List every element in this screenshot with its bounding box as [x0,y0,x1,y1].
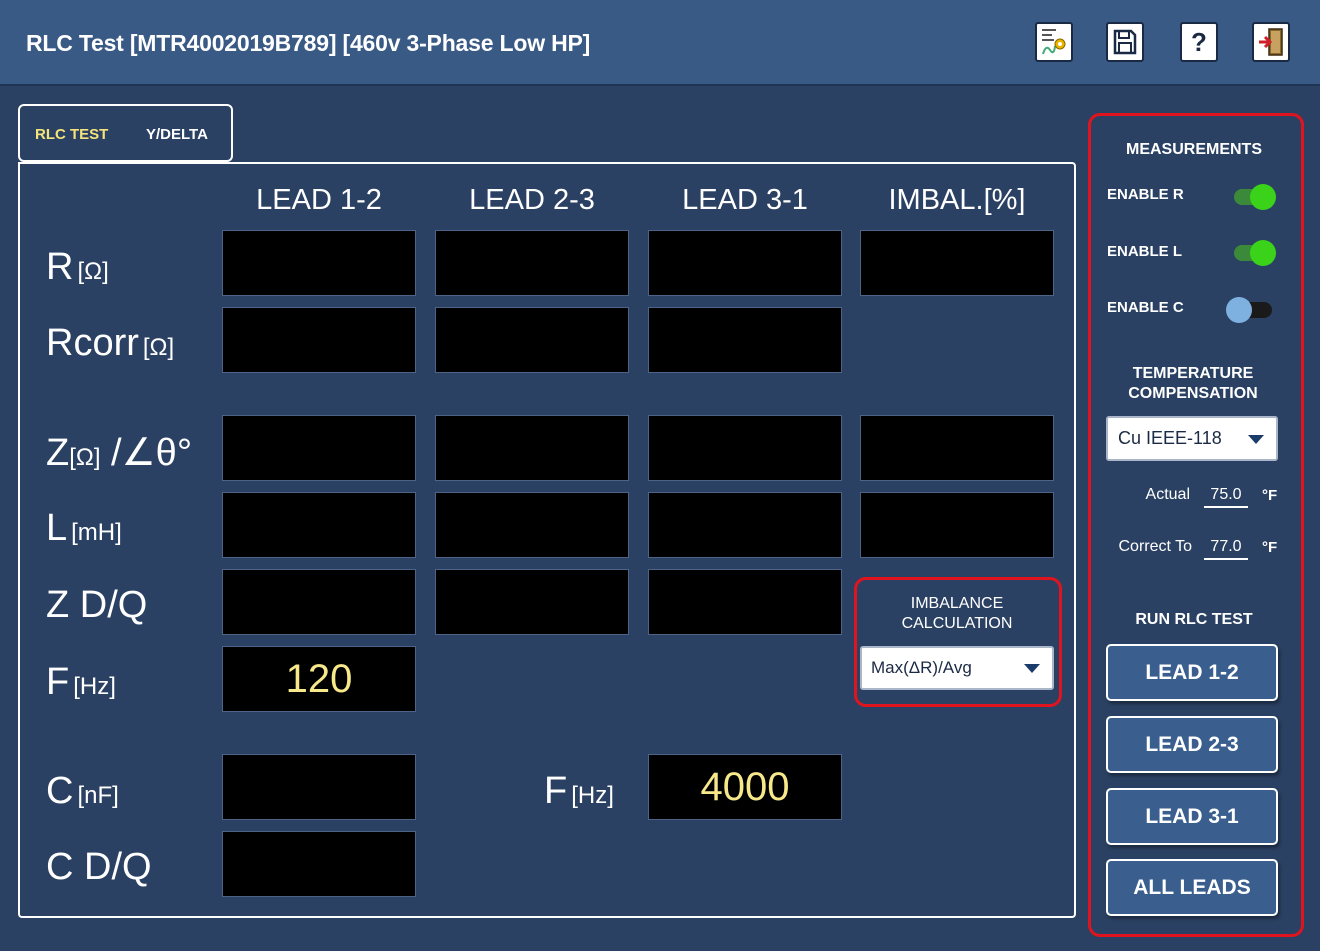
cell-r-imbalance [860,230,1054,296]
run-lead-3-1-button[interactable]: LEAD 3-1 [1106,788,1278,845]
chevron-down-icon [1248,434,1264,444]
temperature-mode-value: Cu IEEE-118 [1118,428,1222,448]
row-label-z: Z[Ω] /∠θ° [46,432,193,474]
cell-r-lead-1-2 [222,230,416,296]
correct-to-unit: °F [1262,539,1278,556]
chevron-down-icon [1024,664,1040,673]
actual-temp-label: Actual [1145,486,1190,503]
exit-icon [1259,28,1283,56]
cell-z-imbalance [860,415,1054,481]
enable-r-toggle[interactable] [1232,182,1276,212]
cell-z-lead-3-1 [648,415,842,481]
settings-button[interactable] [1035,22,1073,62]
column-header-lead-3-1: LEAD 3-1 [682,184,808,216]
cell-r-lead-2-3 [435,230,629,296]
row-label-rcorr: Rcorr [Ω] [46,322,175,364]
c-frequency-value-field[interactable]: 4000 [648,754,842,820]
row-label-c: C [nF] [46,770,119,812]
run-all-leads-button[interactable]: ALL LEADS [1106,859,1278,916]
frequency-value-field[interactable]: 120 [222,646,416,712]
tab-bar: RLC TEST Y/DELTA [18,104,233,162]
cell-rcorr-lead-3-1 [648,307,842,373]
run-rlc-test-title: RUN RLC TEST [1135,611,1253,628]
imbalance-method-value: Max(ΔR)/Avg [871,658,972,677]
window-title: RLC Test [MTR4002019B789] [460v 3-Phase … [26,30,591,56]
actual-temp-unit: °F [1262,487,1278,504]
tab-rlc-test[interactable]: RLC TEST [35,126,108,143]
column-header-lead-1-2: LEAD 1-2 [256,184,382,216]
cell-rcorr-lead-2-3 [435,307,629,373]
enable-r-label: ENABLE R [1107,186,1184,203]
enable-l-toggle[interactable] [1232,238,1276,268]
cell-l-lead-2-3 [435,492,629,558]
tab-y-delta[interactable]: Y/DELTA [146,126,208,143]
row-label-l: L [mH] [46,507,122,549]
cell-z-lead-2-3 [435,415,629,481]
cell-zdq-lead-1-2 [222,569,416,635]
enable-l-label: ENABLE L [1107,243,1182,260]
run-lead-2-3-button[interactable]: LEAD 2-3 [1106,716,1278,773]
cell-c-lead-1-2 [222,754,416,820]
title-bar: RLC Test [MTR4002019B789] [460v 3-Phase … [0,0,1320,86]
actual-temp-field[interactable]: 75.0 [1204,486,1248,508]
cell-rcorr-lead-1-2 [222,307,416,373]
help-button[interactable]: ? [1180,22,1218,62]
cell-cdq-lead-1-2 [222,831,416,897]
row-label-r: R [Ω] [46,246,109,288]
exit-button[interactable] [1252,22,1290,62]
save-button[interactable] [1106,22,1144,62]
measurements-title: MEASUREMENTS [1125,141,1262,158]
row-label-c-dq: C D/Q [46,846,152,888]
temperature-mode-select[interactable]: Cu IEEE-118 [1106,416,1278,461]
cell-l-imbalance [860,492,1054,558]
row-label-f: F [Hz] [46,661,116,703]
settings-icon [1042,29,1066,55]
cell-zdq-lead-3-1 [648,569,842,635]
imbalance-method-select[interactable]: Max(ΔR)/Avg [860,646,1054,690]
save-icon [1113,29,1137,55]
enable-c-toggle[interactable] [1226,295,1276,325]
correct-to-field[interactable]: 77.0 [1204,538,1248,560]
column-header-lead-2-3: LEAD 2-3 [469,184,595,216]
run-lead-1-2-button[interactable]: LEAD 1-2 [1106,644,1278,701]
temperature-compensation-title: TEMPERATURE COMPENSATION [1128,365,1258,402]
cell-l-lead-3-1 [648,492,842,558]
imbalance-calculation-title: IMBALANCE CALCULATION [901,595,1013,632]
column-header-imbalance: IMBAL.[%] [888,184,1026,216]
c-frequency-label: F [Hz] [544,770,614,812]
cell-zdq-lead-2-3 [435,569,629,635]
help-icon: ? [1191,26,1207,57]
cell-l-lead-1-2 [222,492,416,558]
correct-to-label: Correct To [1118,538,1192,555]
cell-z-lead-1-2 [222,415,416,481]
cell-r-lead-3-1 [648,230,842,296]
row-label-z-dq: Z D/Q [46,584,148,626]
enable-c-label: ENABLE C [1107,299,1184,316]
